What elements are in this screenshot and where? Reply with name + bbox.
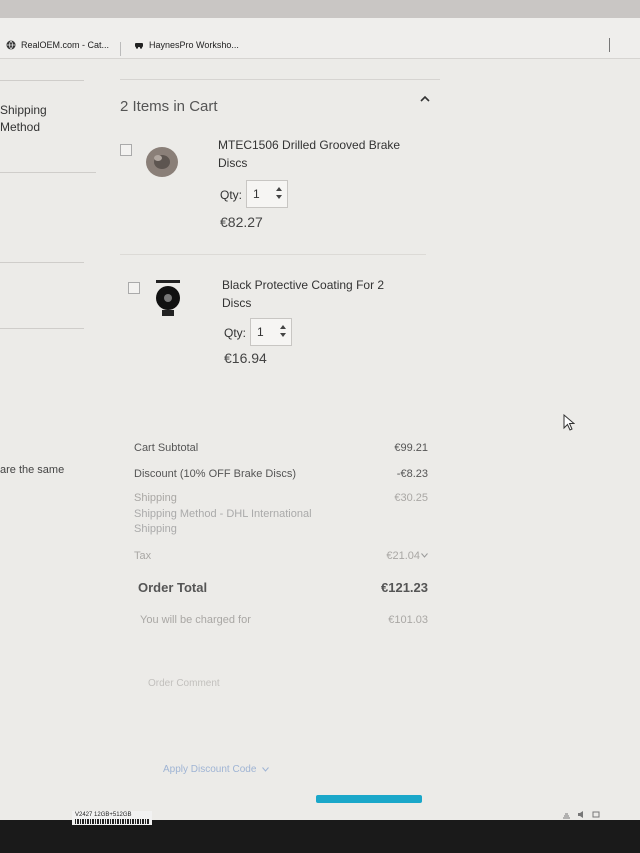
globe-icon	[6, 40, 16, 50]
discount-label: Discount (10% OFF Brake Discs)	[134, 468, 296, 480]
item-price: €82.27	[220, 214, 263, 230]
car-icon	[135, 43, 143, 49]
item-price: €16.94	[224, 350, 267, 366]
device-sticker: V2427 12GB+512GB	[72, 811, 152, 825]
tax-value: €21.04	[386, 550, 420, 562]
bookmark-realoem[interactable]: RealOEM.com - Cat...	[6, 40, 109, 50]
stepper-icon[interactable]	[280, 324, 286, 338]
qty-label: Qty:	[224, 326, 247, 340]
bookmark-divider	[120, 42, 121, 56]
chevron-down-icon	[262, 767, 270, 772]
chevron-up-icon[interactable]	[420, 94, 430, 104]
chevron-down-icon[interactable]	[421, 553, 428, 558]
brake-disc-icon	[146, 147, 178, 177]
place-order-button[interactable]	[316, 795, 422, 803]
mouse-cursor-icon	[563, 414, 575, 431]
barcode-icon	[75, 819, 149, 824]
item-checkbox[interactable]	[120, 144, 132, 156]
volume-icon[interactable]	[577, 810, 586, 819]
divider	[0, 262, 84, 263]
method-label: Method	[0, 120, 41, 134]
tax-label: Tax	[134, 550, 152, 562]
discount-value: -€8.23	[396, 468, 428, 480]
shipping-label: Shipping	[134, 492, 177, 504]
shipping-label: Shipping	[0, 103, 47, 117]
qty-input[interactable]: 1	[246, 180, 288, 208]
order-totals: Cart Subtotal €99.21 Discount (10% OFF B…	[130, 438, 430, 638]
divider	[0, 172, 96, 173]
apply-discount-link[interactable]: Apply Discount Code	[163, 764, 270, 775]
browser-tab-strip	[0, 0, 640, 18]
bookmark-label: RealOEM.com - Cat...	[21, 40, 110, 50]
other-bookmarks-icon[interactable]	[609, 38, 618, 52]
order-comment-link[interactable]: Order Comment	[148, 678, 220, 689]
network-icon[interactable]	[562, 810, 571, 819]
divider	[0, 80, 84, 81]
battery-icon[interactable]	[592, 810, 601, 819]
divider	[120, 79, 440, 80]
checkout-left-column: Shipping Method are the same	[0, 58, 98, 798]
qty-input[interactable]: 1	[250, 318, 292, 346]
order-total-label: Order Total	[138, 580, 208, 595]
order-summary: 2 Items in Cart MTEC1506 Drilled Grooved…	[110, 62, 440, 422]
shipping-value: €30.25	[394, 492, 428, 504]
charged-value: €101.03	[388, 614, 428, 626]
subtotal-label: Cart Subtotal	[134, 442, 199, 454]
same-address-note: are the same	[0, 464, 65, 476]
shipping-method: Shipping Method - DHL International Ship…	[134, 508, 312, 535]
item-checkbox[interactable]	[128, 282, 140, 294]
subtotal-value: €99.21	[394, 442, 428, 454]
charged-label: You will be charged for	[140, 614, 251, 626]
bookmark-label: HaynesPro Worksho...	[149, 40, 239, 50]
qty-value: 1	[257, 325, 264, 339]
divider	[0, 328, 84, 329]
coating-can-icon	[156, 280, 180, 316]
item-name[interactable]: MTEC1506 Drilled Grooved Brake Discs	[218, 136, 408, 172]
cart-title: 2 Items in Cart	[120, 98, 218, 115]
bookmarks-bar: RealOEM.com - Cat... HaynesPro Worksho..…	[0, 18, 640, 59]
qty-label: Qty:	[220, 188, 243, 202]
divider	[120, 254, 426, 255]
order-total-value: €121.23	[381, 580, 428, 595]
stepper-icon[interactable]	[276, 186, 282, 200]
qty-value: 1	[253, 187, 260, 201]
system-tray	[562, 810, 601, 819]
bookmark-haynespro[interactable]: HaynesPro Worksho...	[134, 40, 239, 50]
sticker-text: V2427 12GB+512GB	[75, 812, 132, 818]
apply-discount-label: Apply Discount Code	[163, 764, 257, 775]
item-name[interactable]: Black Protective Coating For 2 Discs	[222, 276, 412, 312]
